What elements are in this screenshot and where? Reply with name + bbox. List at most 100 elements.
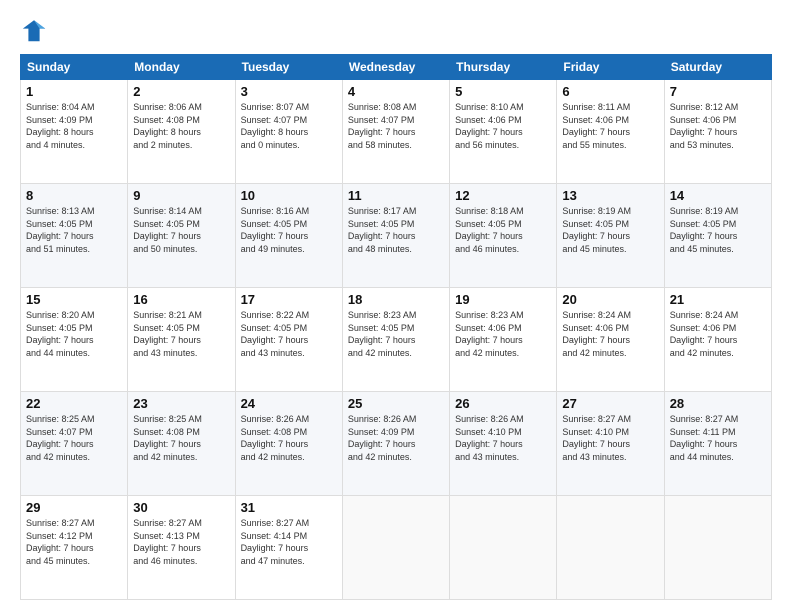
day-number: 2: [133, 84, 229, 99]
day-info: Sunrise: 8:27 AM Sunset: 4:10 PM Dayligh…: [562, 413, 658, 463]
week-row-3: 15 Sunrise: 8:20 AM Sunset: 4:05 PM Dayli…: [21, 288, 772, 392]
logo: [20, 16, 52, 44]
day-info: Sunrise: 8:25 AM Sunset: 4:08 PM Dayligh…: [133, 413, 229, 463]
day-header-monday: Monday: [128, 55, 235, 80]
day-cell: 5 Sunrise: 8:10 AM Sunset: 4:06 PM Daylig…: [450, 80, 557, 184]
day-number: 12: [455, 188, 551, 203]
day-cell: 14Sunrise: 8:19 AM Sunset: 4:05 PM Dayli…: [664, 184, 771, 288]
day-cell: 16 Sunrise: 8:21 AM Sunset: 4:05 PM Dayli…: [128, 288, 235, 392]
day-info: Sunrise: 8:26 AM Sunset: 4:09 PM Dayligh…: [348, 413, 444, 463]
day-cell: 21 Sunrise: 8:24 AM Sunset: 4:06 PM Dayli…: [664, 288, 771, 392]
day-cell: 9Sunrise: 8:14 AM Sunset: 4:05 PM Daylig…: [128, 184, 235, 288]
day-info: Sunrise: 8:23 AM Sunset: 4:05 PM Dayligh…: [348, 309, 444, 359]
day-info: Sunrise: 8:20 AM Sunset: 4:05 PM Dayligh…: [26, 309, 122, 359]
day-cell: 13 Sunrise: 8:19 AM Sunset: 4:05 PM Dayli…: [557, 184, 664, 288]
day-number: 3: [241, 84, 337, 99]
calendar-table: SundayMondayTuesdayWednesdayThursdayFrid…: [20, 54, 772, 600]
day-header-thursday: Thursday: [450, 55, 557, 80]
day-info: Sunrise: 8:21 AM Sunset: 4:05 PM Dayligh…: [133, 309, 229, 359]
day-info: Sunrise: 8:26 AM Sunset: 4:08 PM Dayligh…: [241, 413, 337, 463]
day-info: Sunrise: 8:19 AM Sunset: 4:05 PM Dayligh…: [670, 205, 766, 255]
day-info: Sunrise: 8:24 AM Sunset: 4:06 PM Dayligh…: [670, 309, 766, 359]
day-cell: 10 Sunrise: 8:16 AM Sunset: 4:05 PM Dayli…: [235, 184, 342, 288]
day-info: Sunrise: 8:16 AM Sunset: 4:05 PM Dayligh…: [241, 205, 337, 255]
day-cell: 3 Sunrise: 8:07 AM Sunset: 4:07 PM Daylig…: [235, 80, 342, 184]
day-cell: 4Sunrise: 8:08 AM Sunset: 4:07 PM Daylig…: [342, 80, 449, 184]
day-header-friday: Friday: [557, 55, 664, 80]
day-cell: 20 Sunrise: 8:24 AM Sunset: 4:06 PM Dayli…: [557, 288, 664, 392]
day-number: 28: [670, 396, 766, 411]
day-info: Sunrise: 8:22 AM Sunset: 4:05 PM Dayligh…: [241, 309, 337, 359]
day-cell: 17 Sunrise: 8:22 AM Sunset: 4:05 PM Dayli…: [235, 288, 342, 392]
day-number: 10: [241, 188, 337, 203]
day-info: Sunrise: 8:26 AM Sunset: 4:10 PM Dayligh…: [455, 413, 551, 463]
day-info: Sunrise: 8:14 AM Sunset: 4:05 PM Dayligh…: [133, 205, 229, 255]
day-number: 24: [241, 396, 337, 411]
day-number: 1: [26, 84, 122, 99]
day-info: Sunrise: 8:24 AM Sunset: 4:06 PM Dayligh…: [562, 309, 658, 359]
day-cell: 15 Sunrise: 8:20 AM Sunset: 4:05 PM Dayli…: [21, 288, 128, 392]
day-info: Sunrise: 8:27 AM Sunset: 4:13 PM Dayligh…: [133, 517, 229, 567]
day-number: 6: [562, 84, 658, 99]
day-cell: 31 Sunrise: 8:27 AM Sunset: 4:14 PM Dayli…: [235, 496, 342, 600]
week-row-2: 8 Sunrise: 8:13 AM Sunset: 4:05 PM Daylig…: [21, 184, 772, 288]
week-row-5: 29Sunrise: 8:27 AM Sunset: 4:12 PM Dayli…: [21, 496, 772, 600]
day-number: 8: [26, 188, 122, 203]
day-info: Sunrise: 8:12 AM Sunset: 4:06 PM Dayligh…: [670, 101, 766, 151]
day-info: Sunrise: 8:10 AM Sunset: 4:06 PM Dayligh…: [455, 101, 551, 151]
page: SundayMondayTuesdayWednesdayThursdayFrid…: [0, 0, 792, 612]
day-cell: [557, 496, 664, 600]
day-cell: 11 Sunrise: 8:17 AM Sunset: 4:05 PM Dayli…: [342, 184, 449, 288]
header: [20, 16, 772, 44]
day-number: 22: [26, 396, 122, 411]
day-number: 15: [26, 292, 122, 307]
day-cell: 29Sunrise: 8:27 AM Sunset: 4:12 PM Dayli…: [21, 496, 128, 600]
day-number: 20: [562, 292, 658, 307]
day-cell: 19 Sunrise: 8:23 AM Sunset: 4:06 PM Dayli…: [450, 288, 557, 392]
week-row-4: 22 Sunrise: 8:25 AM Sunset: 4:07 PM Dayli…: [21, 392, 772, 496]
day-cell: 28 Sunrise: 8:27 AM Sunset: 4:11 PM Dayli…: [664, 392, 771, 496]
day-number: 13: [562, 188, 658, 203]
day-cell: 24 Sunrise: 8:26 AM Sunset: 4:08 PM Dayli…: [235, 392, 342, 496]
day-header-tuesday: Tuesday: [235, 55, 342, 80]
day-cell: 1 Sunrise: 8:04 AM Sunset: 4:09 PM Daylig…: [21, 80, 128, 184]
day-header-saturday: Saturday: [664, 55, 771, 80]
day-info: Sunrise: 8:18 AM Sunset: 4:05 PM Dayligh…: [455, 205, 551, 255]
day-info: Sunrise: 8:04 AM Sunset: 4:09 PM Dayligh…: [26, 101, 122, 151]
day-info: Sunrise: 8:27 AM Sunset: 4:12 PM Dayligh…: [26, 517, 122, 567]
day-cell: 12 Sunrise: 8:18 AM Sunset: 4:05 PM Dayli…: [450, 184, 557, 288]
day-cell: [450, 496, 557, 600]
day-info: Sunrise: 8:19 AM Sunset: 4:05 PM Dayligh…: [562, 205, 658, 255]
days-header-row: SundayMondayTuesdayWednesdayThursdayFrid…: [21, 55, 772, 80]
day-cell: 22 Sunrise: 8:25 AM Sunset: 4:07 PM Dayli…: [21, 392, 128, 496]
day-info: Sunrise: 8:23 AM Sunset: 4:06 PM Dayligh…: [455, 309, 551, 359]
logo-icon: [20, 16, 48, 44]
day-number: 11: [348, 188, 444, 203]
day-cell: 18Sunrise: 8:23 AM Sunset: 4:05 PM Dayli…: [342, 288, 449, 392]
day-cell: 30Sunrise: 8:27 AM Sunset: 4:13 PM Dayli…: [128, 496, 235, 600]
day-number: 17: [241, 292, 337, 307]
day-number: 16: [133, 292, 229, 307]
day-number: 31: [241, 500, 337, 515]
week-row-1: 1 Sunrise: 8:04 AM Sunset: 4:09 PM Daylig…: [21, 80, 772, 184]
day-cell: 2Sunrise: 8:06 AM Sunset: 4:08 PM Daylig…: [128, 80, 235, 184]
day-number: 25: [348, 396, 444, 411]
day-header-wednesday: Wednesday: [342, 55, 449, 80]
day-number: 4: [348, 84, 444, 99]
day-info: Sunrise: 8:27 AM Sunset: 4:14 PM Dayligh…: [241, 517, 337, 567]
day-info: Sunrise: 8:27 AM Sunset: 4:11 PM Dayligh…: [670, 413, 766, 463]
day-cell: 8 Sunrise: 8:13 AM Sunset: 4:05 PM Daylig…: [21, 184, 128, 288]
day-info: Sunrise: 8:25 AM Sunset: 4:07 PM Dayligh…: [26, 413, 122, 463]
day-number: 23: [133, 396, 229, 411]
day-info: Sunrise: 8:07 AM Sunset: 4:07 PM Dayligh…: [241, 101, 337, 151]
day-info: Sunrise: 8:13 AM Sunset: 4:05 PM Dayligh…: [26, 205, 122, 255]
day-number: 5: [455, 84, 551, 99]
day-number: 7: [670, 84, 766, 99]
day-number: 19: [455, 292, 551, 307]
day-cell: 27Sunrise: 8:27 AM Sunset: 4:10 PM Dayli…: [557, 392, 664, 496]
day-cell: 7 Sunrise: 8:12 AM Sunset: 4:06 PM Daylig…: [664, 80, 771, 184]
day-info: Sunrise: 8:17 AM Sunset: 4:05 PM Dayligh…: [348, 205, 444, 255]
day-header-sunday: Sunday: [21, 55, 128, 80]
day-number: 26: [455, 396, 551, 411]
day-number: 21: [670, 292, 766, 307]
